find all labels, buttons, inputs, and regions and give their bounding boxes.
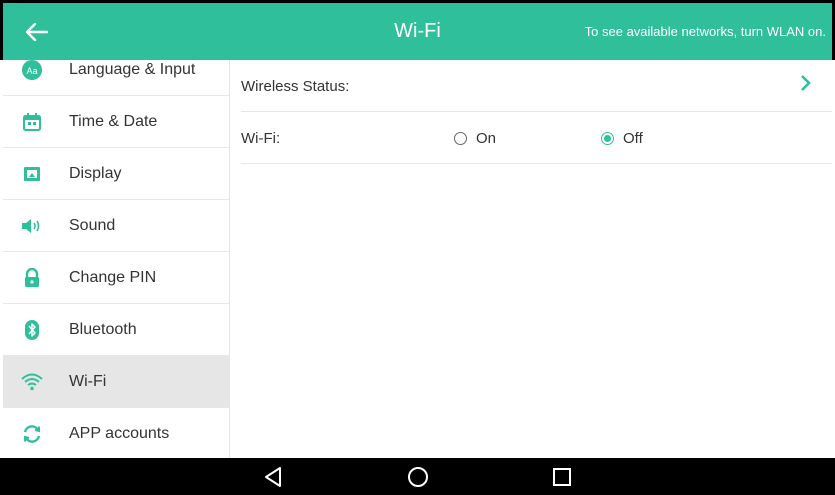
recents-square-icon xyxy=(553,467,571,486)
sidebar-item-display[interactable]: Display xyxy=(3,148,229,200)
language-input-icon: Aa xyxy=(21,60,43,81)
sidebar-item-label: Wi-Fi xyxy=(69,372,107,390)
speaker-icon xyxy=(21,215,43,237)
back-triangle-icon xyxy=(265,466,281,487)
wireless-status-row[interactable]: Wireless Status: xyxy=(241,60,832,112)
radio-unchecked-icon xyxy=(454,132,467,145)
display-icon xyxy=(21,163,43,185)
sidebar-item-app-accounts[interactable]: APP accounts xyxy=(3,408,229,458)
settings-sidebar: Aa Language & Input Time & Date Display … xyxy=(3,60,230,458)
system-nav-bar xyxy=(0,458,835,495)
wifi-settings-panel: Wireless Status: Wi-Fi: On Off xyxy=(230,60,832,458)
wireless-status-label: Wireless Status: xyxy=(241,78,350,95)
sidebar-item-label: Language & Input xyxy=(69,60,196,78)
bluetooth-icon xyxy=(21,319,43,341)
wifi-toggle-row: Wi-Fi: On Off xyxy=(241,112,832,164)
sidebar-item-label: APP accounts xyxy=(69,424,170,442)
sidebar-item-label: Sound xyxy=(69,216,116,234)
wifi-on-radio[interactable]: On xyxy=(454,130,496,147)
lock-icon xyxy=(21,267,43,289)
sidebar-item-label: Bluetooth xyxy=(69,320,137,338)
title-bar: Wi-Fi To see available networks, turn WL… xyxy=(0,0,835,60)
nav-recents-button[interactable] xyxy=(542,458,582,495)
sidebar-item-change-pin[interactable]: Change PIN xyxy=(3,252,229,304)
sidebar-item-bluetooth[interactable]: Bluetooth xyxy=(3,304,229,356)
sidebar-item-wifi[interactable]: Wi-Fi xyxy=(3,356,229,408)
wifi-icon xyxy=(21,371,43,393)
sidebar-item-sound[interactable]: Sound xyxy=(3,200,229,252)
wifi-label: Wi-Fi: xyxy=(241,130,281,147)
calendar-icon xyxy=(21,111,43,133)
svg-text:Aa: Aa xyxy=(26,66,37,76)
nav-home-button[interactable] xyxy=(398,458,438,495)
sidebar-item-label: Change PIN xyxy=(69,268,157,286)
sidebar-item-time-date[interactable]: Time & Date xyxy=(3,96,229,148)
home-circle-icon xyxy=(408,466,428,487)
radio-label-off: Off xyxy=(623,130,643,147)
radio-checked-icon xyxy=(601,132,614,145)
radio-label-on: On xyxy=(476,130,497,147)
wlan-hint-text: To see available networks, turn WLAN on. xyxy=(584,24,826,39)
chevron-right-icon xyxy=(800,74,812,97)
sidebar-item-label: Display xyxy=(69,164,122,182)
nav-back-button[interactable] xyxy=(253,458,293,495)
app-window: Wi-Fi To see available networks, turn WL… xyxy=(0,0,835,495)
wifi-off-radio[interactable]: Off xyxy=(601,130,643,147)
sidebar-item-language-input[interactable]: Aa Language & Input xyxy=(3,60,229,96)
sidebar-item-label: Time & Date xyxy=(69,112,158,130)
sync-icon xyxy=(21,423,43,445)
